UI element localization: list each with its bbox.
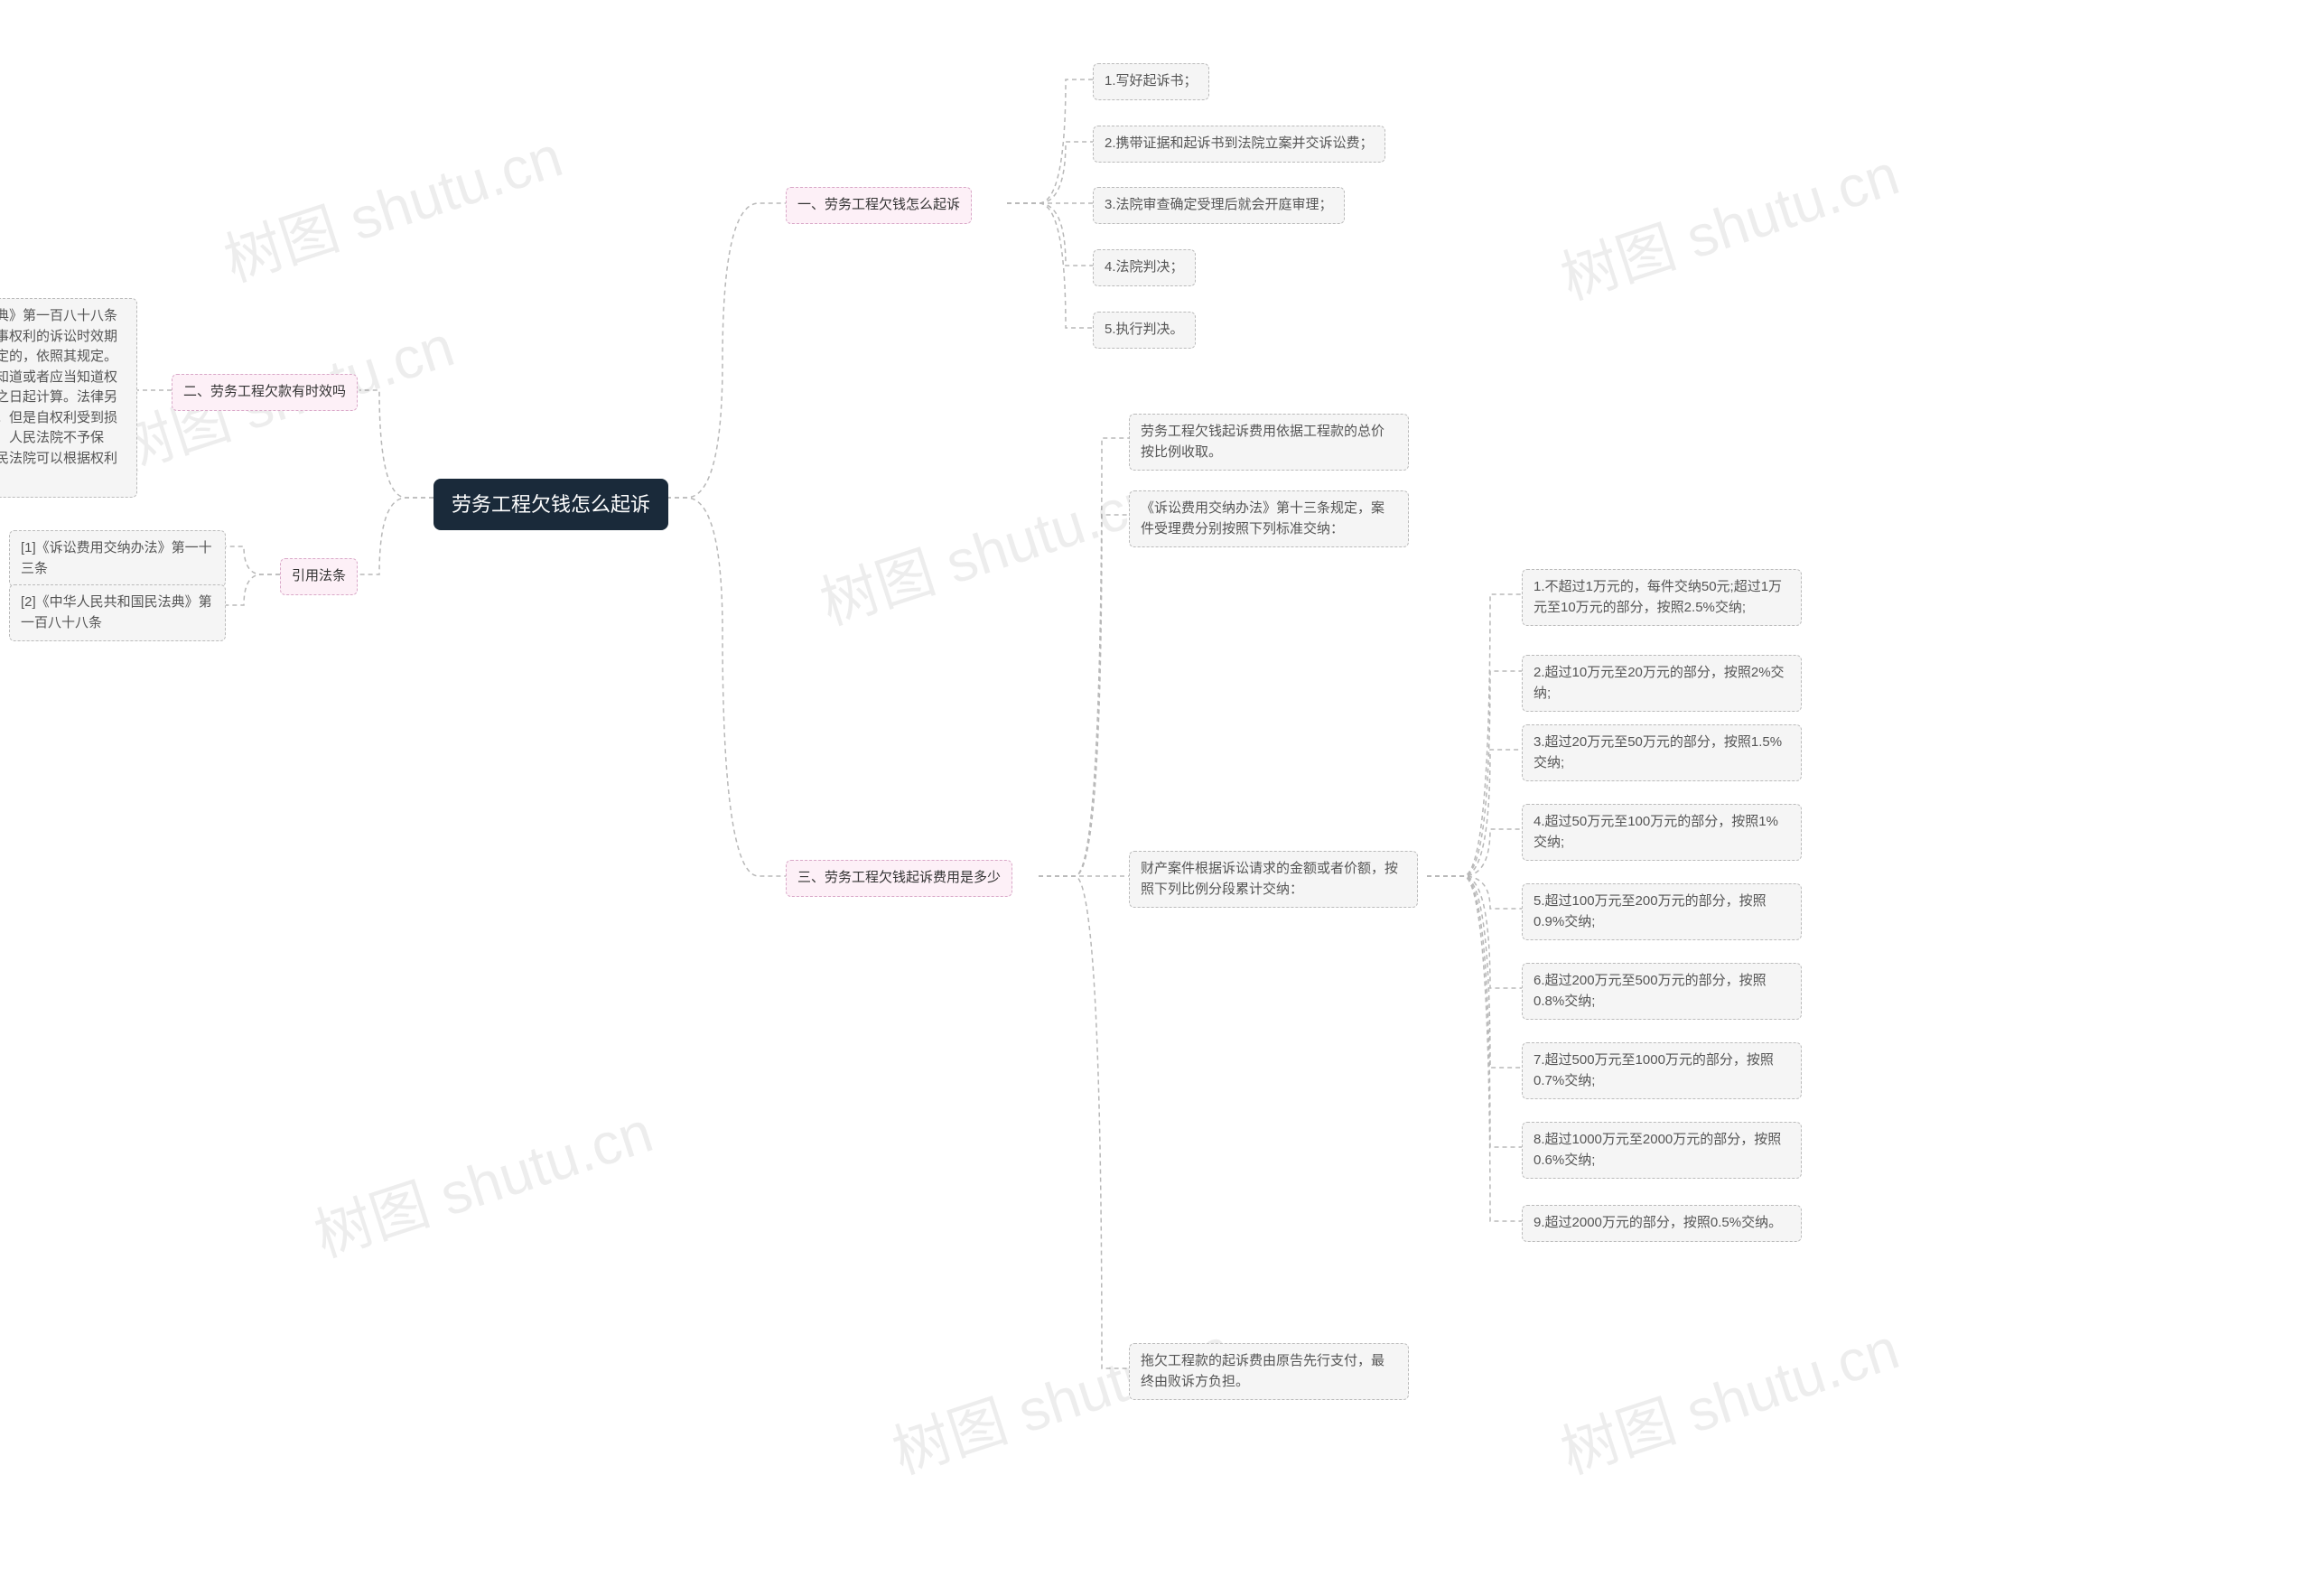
section3-rule[interactable]: 7.超过500万元至1000万元的部分，按照0.7%交纳; [1522, 1042, 1802, 1099]
section1-item[interactable]: 2.携带证据和起诉书到法院立案并交诉讼费； [1093, 126, 1385, 163]
refs-item[interactable]: [1]《诉讼费用交纳办法》第一十三条 [9, 530, 226, 587]
section3-intro2[interactable]: 《诉讼费用交纳办法》第十三条规定，案件受理费分别按照下列标准交纳： [1129, 490, 1409, 547]
section2-node[interactable]: 二、劳务工程欠款有时效吗 [172, 374, 358, 411]
section3-intro1[interactable]: 劳务工程欠钱起诉费用依据工程款的总价按比例收取。 [1129, 414, 1409, 471]
section3-rule[interactable]: 9.超过2000万元的部分，按照0.5%交纳。 [1522, 1205, 1802, 1242]
section1-item[interactable]: 3.法院审查确定受理后就会开庭审理； [1093, 187, 1345, 224]
section3-rule[interactable]: 4.超过50万元至100万元的部分，按照1%交纳; [1522, 804, 1802, 861]
refs-node[interactable]: 引用法条 [280, 558, 358, 595]
root-node[interactable]: 劳务工程欠钱怎么起诉 [434, 479, 668, 530]
section1-node[interactable]: 一、劳务工程欠钱怎么起诉 [786, 187, 972, 224]
section3-node[interactable]: 三、劳务工程欠钱起诉费用是多少 [786, 860, 1012, 897]
refs-item[interactable]: [2]《中华人民共和国民法典》第一百八十八条 [9, 584, 226, 641]
section2-detail[interactable]: 《中华人民共和国民法典》第一百八十八条 向人民法院请求保护民事权利的诉讼时效期间… [0, 298, 137, 498]
section1-item[interactable]: 5.执行判决。 [1093, 312, 1196, 349]
section3-ruletitle[interactable]: 财产案件根据诉讼请求的金额或者价额，按照下列比例分段累计交纳： [1129, 851, 1418, 908]
section3-footer[interactable]: 拖欠工程款的起诉费由原告先行支付，最终由败诉方负担。 [1129, 1343, 1409, 1400]
section3-rule[interactable]: 2.超过10万元至20万元的部分，按照2%交纳; [1522, 655, 1802, 712]
section1-item[interactable]: 1.写好起诉书； [1093, 63, 1209, 100]
watermark: 树图 shutu.cn [303, 1086, 661, 1273]
watermark: 树图 shutu.cn [212, 110, 571, 297]
section3-rule[interactable]: 3.超过20万元至50万元的部分，按照1.5%交纳; [1522, 724, 1802, 781]
section3-rule[interactable]: 1.不超过1万元的，每件交纳50元;超过1万元至10万元的部分，按照2.5%交纳… [1522, 569, 1802, 626]
section3-rule[interactable]: 5.超过100万元至200万元的部分，按照0.9%交纳; [1522, 883, 1802, 940]
section1-item[interactable]: 4.法院判决； [1093, 249, 1196, 286]
watermark: 树图 shutu.cn [1549, 128, 1907, 315]
watermark: 树图 shutu.cn [808, 453, 1167, 640]
watermark: 树图 shutu.cn [1549, 1302, 1907, 1489]
section3-rule[interactable]: 6.超过200万元至500万元的部分，按照0.8%交纳; [1522, 963, 1802, 1020]
section3-rule[interactable]: 8.超过1000万元至2000万元的部分，按照0.6%交纳; [1522, 1122, 1802, 1179]
